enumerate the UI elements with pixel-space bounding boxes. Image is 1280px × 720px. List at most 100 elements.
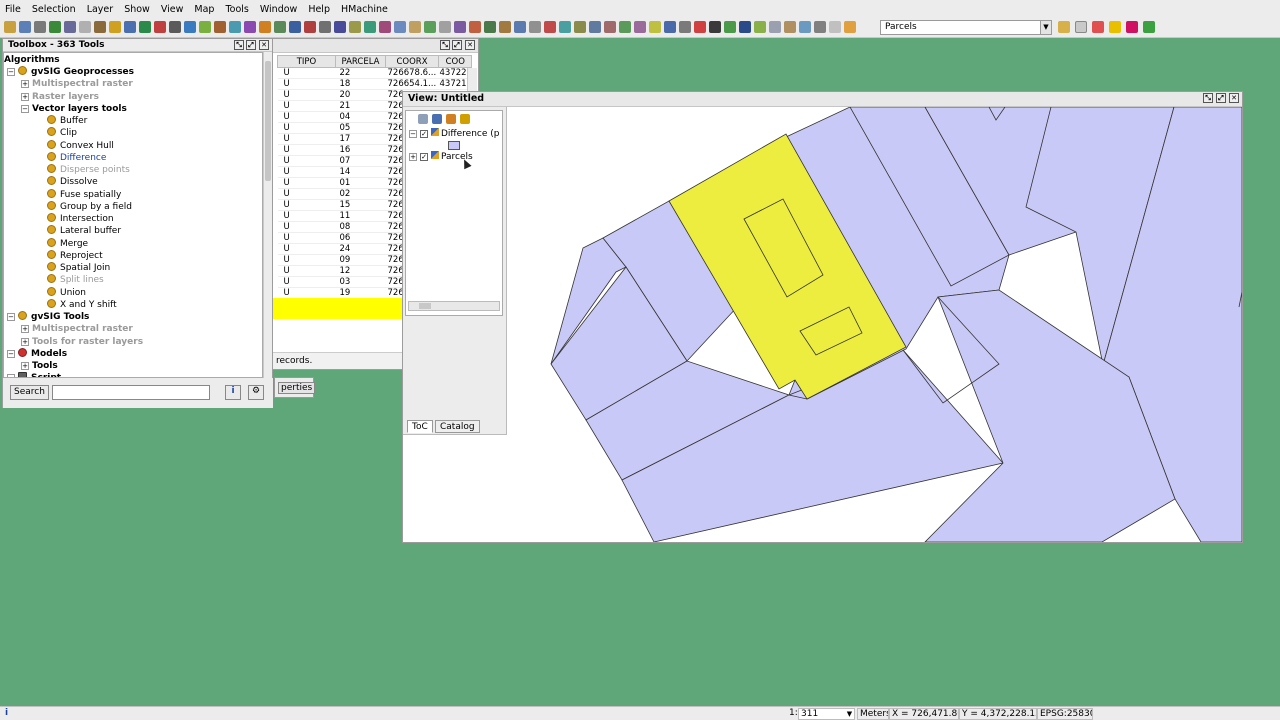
delete-icon[interactable] [1092, 21, 1104, 33]
settings-icon[interactable] [634, 21, 646, 33]
tree-item[interactable]: Fuse spatially [35, 188, 121, 201]
raster-icon[interactable] [709, 21, 721, 33]
select-attr-icon[interactable] [484, 21, 496, 33]
export-icon[interactable] [64, 21, 76, 33]
tree-item[interactable]: Buffer [35, 115, 87, 127]
column-header[interactable]: COORX [385, 55, 439, 68]
clear-icon[interactable] [514, 21, 526, 33]
menu-tools[interactable]: Tools [225, 4, 248, 15]
minimize-icon[interactable]: ⤡ [440, 40, 450, 50]
select-circle-icon[interactable] [439, 21, 451, 33]
maximize-icon[interactable]: ⤢ [1216, 93, 1226, 103]
info-button[interactable]: i [225, 385, 241, 400]
expand-icon[interactable]: + [21, 80, 29, 89]
settings-icon[interactable]: ⚙ [248, 385, 264, 400]
chevron-down-icon[interactable]: ▼ [1040, 21, 1051, 34]
table-icon[interactable] [1058, 21, 1070, 33]
add-icon[interactable] [79, 21, 91, 33]
select-buffer-icon[interactable] [454, 21, 466, 33]
info-icon[interactable] [289, 21, 301, 33]
chevron-down-icon[interactable]: ▼ [845, 709, 854, 719]
selected-row-highlight[interactable] [273, 298, 402, 319]
join-icon[interactable] [589, 21, 601, 33]
tree-item[interactable]: Split lines [35, 274, 104, 286]
refresh-icon[interactable] [49, 21, 61, 33]
tree-group[interactable]: + Multispectral raster [21, 323, 133, 335]
tree-group[interactable]: + Tools for raster layers [21, 336, 143, 348]
select-line-icon[interactable] [469, 21, 481, 33]
import-icon[interactable] [724, 21, 736, 33]
zoom-layer-icon[interactable] [199, 21, 211, 33]
zoom-in-icon[interactable] [154, 21, 166, 33]
mosaic-icon[interactable] [829, 21, 841, 33]
tree-group[interactable]: − Models [7, 347, 67, 360]
tree-scrollbar[interactable] [263, 52, 272, 378]
tree-item[interactable]: Spatial Join [35, 262, 110, 274]
properties-button[interactable]: perties [278, 382, 316, 394]
print-icon[interactable] [784, 21, 796, 33]
expand-icon[interactable]: + [21, 337, 29, 346]
select-rect-icon[interactable] [409, 21, 421, 33]
open-icon[interactable] [19, 21, 31, 33]
scale-input[interactable]: 311 ▼ [798, 708, 855, 720]
field-icon[interactable] [559, 21, 571, 33]
search-input[interactable] [52, 385, 210, 400]
tree-item[interactable]: Group by a field [35, 200, 132, 213]
checkbox[interactable]: ✓ [420, 153, 428, 161]
close-icon[interactable]: ✕ [259, 40, 269, 50]
properties-icon[interactable] [446, 114, 456, 124]
zoom-out-icon[interactable] [169, 21, 181, 33]
tree-item[interactable]: Intersection [35, 213, 114, 225]
zoom-select-icon[interactable] [139, 21, 151, 33]
toc-hscrollbar[interactable] [408, 301, 500, 311]
toc-layer-difference[interactable]: − ✓ Difference (p [409, 128, 499, 140]
table-icon[interactable] [274, 21, 286, 33]
tab-toc[interactable]: ToC [407, 420, 433, 433]
rule-icon[interactable] [739, 21, 751, 33]
expand-icon[interactable]: + [21, 92, 29, 101]
stop-icon[interactable] [649, 21, 661, 33]
scrollbar-thumb[interactable] [265, 61, 271, 181]
column-header[interactable]: TIPO [277, 55, 336, 68]
tree-item[interactable]: Clip [35, 127, 77, 139]
chart-icon[interactable] [799, 21, 811, 33]
edit-icon[interactable] [1143, 21, 1155, 33]
invert-icon[interactable] [499, 21, 511, 33]
expand-icon[interactable]: + [409, 153, 417, 161]
menu-selection[interactable]: Selection [32, 4, 76, 15]
tab-catalog[interactable]: Catalog [435, 420, 480, 433]
layers-icon[interactable] [418, 114, 428, 124]
menu-view[interactable]: View [161, 4, 184, 15]
add-field-icon[interactable] [574, 21, 586, 33]
tree-group[interactable]: + Raster layers [21, 91, 99, 103]
grid-icon[interactable] [364, 21, 376, 33]
select-icon[interactable] [394, 21, 406, 33]
area-icon[interactable] [334, 21, 346, 33]
close-icon[interactable]: ✕ [1229, 93, 1239, 103]
close-icon[interactable]: ✕ [465, 40, 475, 50]
collapse-icon[interactable]: − [21, 104, 29, 113]
collapse-icon[interactable]: − [7, 349, 15, 358]
collapse-icon[interactable]: − [7, 68, 15, 76]
maximize-icon[interactable]: ⤢ [452, 40, 462, 50]
menu-file[interactable]: File [5, 4, 21, 15]
minimize-icon[interactable]: ⤡ [1203, 93, 1213, 103]
graph-icon[interactable] [304, 21, 316, 33]
tree-group[interactable]: + Multispectral raster [21, 78, 133, 90]
tree-item[interactable]: Lateral buffer [35, 225, 121, 237]
locator-icon[interactable] [1126, 21, 1138, 33]
frame-icon[interactable] [244, 21, 256, 33]
menu-map[interactable]: Map [194, 4, 214, 15]
tools-icon[interactable] [664, 21, 676, 33]
table-row[interactable]: U 18 726654.1... 437219 [277, 78, 472, 90]
tree-item[interactable]: Difference [35, 151, 106, 164]
edit-icon[interactable] [769, 21, 781, 33]
checkbox[interactable]: ✓ [420, 130, 428, 138]
expand-icon[interactable]: + [21, 362, 29, 370]
link-icon[interactable] [604, 21, 616, 33]
tree-group[interactable]: − gvSIG Geoprocesses [7, 66, 134, 78]
view-icon[interactable] [94, 21, 106, 33]
zoom-extent-icon[interactable] [124, 21, 136, 33]
stats-icon[interactable] [544, 21, 556, 33]
table-row[interactable]: U 22 726678.6... 437221 [277, 67, 472, 79]
